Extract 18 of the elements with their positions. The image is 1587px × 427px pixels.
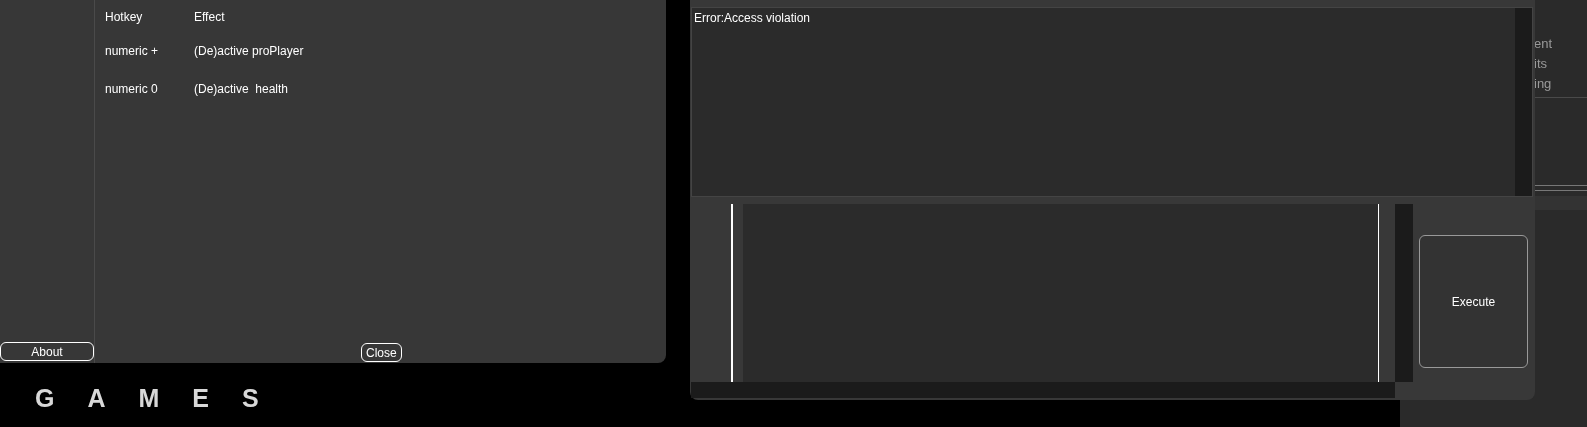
- about-button[interactable]: About: [0, 342, 94, 361]
- table-cell-text: numeric +: [105, 43, 160, 58]
- close-button[interactable]: Close: [361, 343, 402, 362]
- scrollbar[interactable]: [691, 382, 1395, 398]
- table-cell-text: numeric 0: [105, 81, 159, 96]
- menu-item[interactable]: its: [1534, 54, 1553, 74]
- scrollbar[interactable]: [1515, 8, 1532, 196]
- output-text: Error:Access violation: [694, 10, 811, 27]
- table-cell-text: (De)active health: [194, 81, 289, 96]
- execute-button[interactable]: Execute: [1419, 235, 1528, 368]
- table-cell-text: (De)active proPlayer: [194, 43, 304, 58]
- code-editor[interactable]: [743, 204, 1379, 382]
- column-header: Hotkey: [105, 9, 144, 24]
- logo-text: GAMES: [35, 383, 292, 414]
- menu-item[interactable]: ent: [1534, 34, 1553, 54]
- menu-item[interactable]: ing: [1534, 74, 1553, 94]
- column-header: Effect: [194, 9, 225, 24]
- scrollbar[interactable]: [1395, 204, 1413, 382]
